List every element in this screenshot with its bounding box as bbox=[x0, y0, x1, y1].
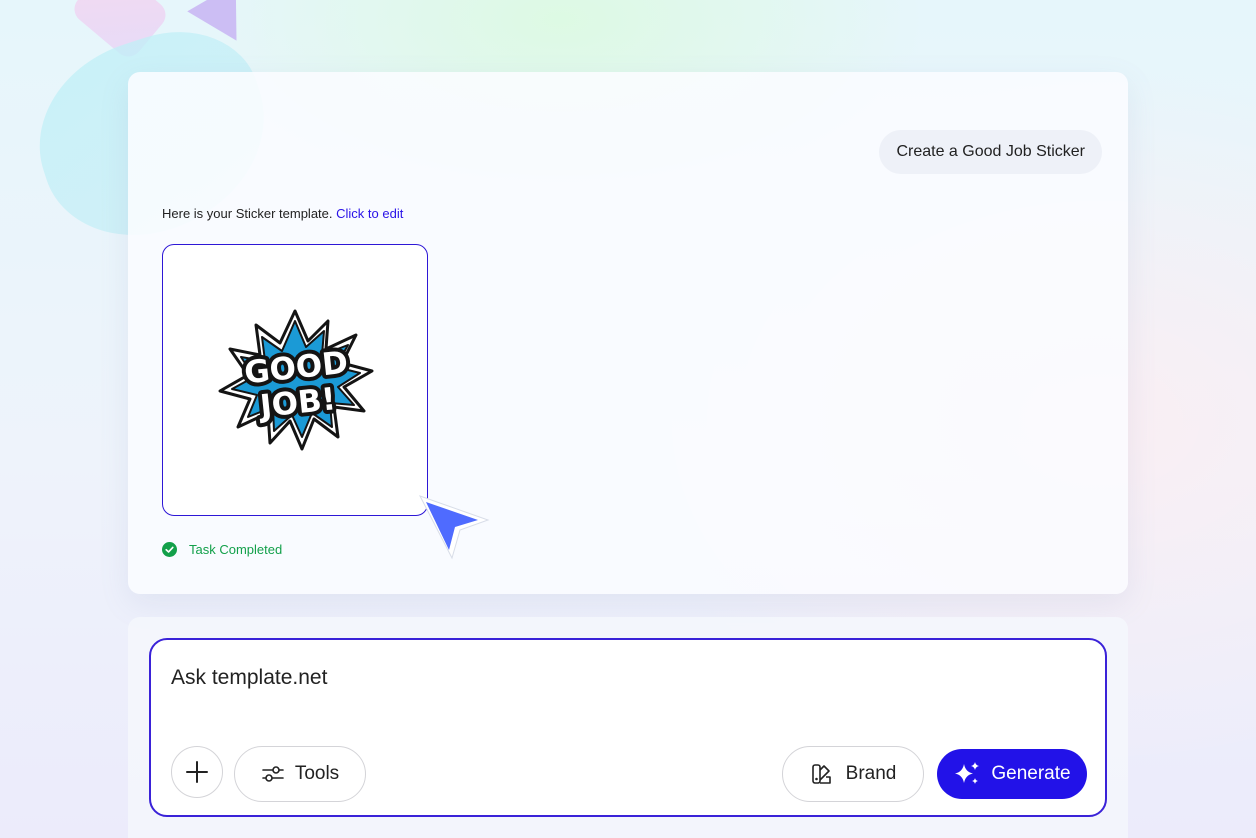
prompt-placeholder[interactable]: Ask template.net bbox=[171, 666, 327, 690]
sliders-icon bbox=[262, 766, 284, 782]
generate-button[interactable]: Generate bbox=[937, 749, 1087, 799]
intro-text: Here is your Sticker template. bbox=[162, 206, 337, 221]
edit-link[interactable]: Click to edit bbox=[336, 206, 403, 221]
brand-label: Brand bbox=[845, 763, 897, 784]
prompt-input[interactable]: Ask template.net Tools Brand Generate bbox=[149, 638, 1107, 817]
sticker-preview-card[interactable]: GOOD JOB! bbox=[162, 244, 428, 516]
sparkles-icon bbox=[955, 762, 980, 784]
user-message-bubble: Create a Good Job Sticker bbox=[879, 130, 1102, 174]
brand-button[interactable]: Brand bbox=[782, 746, 924, 802]
generate-label: Generate bbox=[991, 763, 1071, 784]
add-button[interactable] bbox=[171, 746, 223, 798]
tools-button[interactable]: Tools bbox=[234, 746, 366, 802]
brand-palette-icon bbox=[811, 764, 831, 784]
assistant-intro: Here is your Sticker template. Click to … bbox=[162, 206, 403, 221]
task-status: Task Completed bbox=[162, 542, 282, 557]
check-circle-icon bbox=[162, 542, 177, 557]
plus-icon bbox=[186, 761, 208, 783]
status-text: Task Completed bbox=[189, 542, 283, 557]
composer-panel: Ask template.net Tools Brand Generate bbox=[128, 617, 1128, 838]
good-job-sticker-image: GOOD JOB! bbox=[218, 309, 374, 451]
tools-label: Tools bbox=[294, 763, 340, 784]
chat-panel: Create a Good Job Sticker Here is your S… bbox=[128, 72, 1128, 594]
cursor-pointer-icon bbox=[418, 495, 490, 560]
